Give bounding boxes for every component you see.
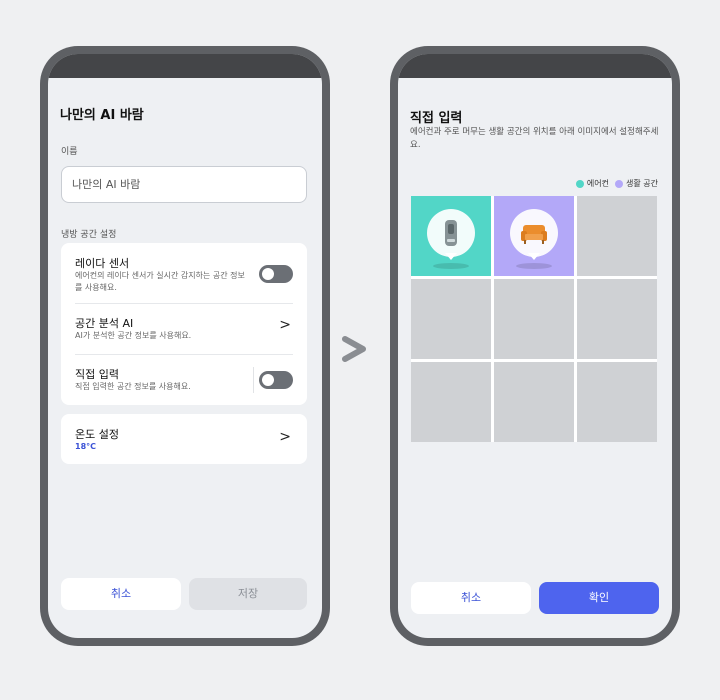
phone-frame-left: 나만의 AI 바람 이름 나만의 AI 바람 냉방 공간 설정 레이다 센서 에…	[40, 46, 330, 646]
setting-subtitle: 직접 입력한 공간 정보를 사용해요.	[75, 382, 191, 391]
pin-tail	[528, 253, 540, 260]
setting-title: 직접 입력	[75, 368, 119, 381]
manual-toggle[interactable]	[259, 371, 293, 389]
setting-row-space-ai[interactable]: 공간 분석 AI AI가 분석한 공간 정보를 사용해요. >	[61, 304, 307, 354]
cancel-button[interactable]: 취소	[61, 578, 181, 610]
chevron-right-icon: >	[279, 317, 291, 333]
temperature-value: 18°C	[75, 442, 97, 451]
pin-shadow	[433, 263, 469, 269]
pin-shadow	[516, 263, 552, 269]
legend-label-living: 생활 공간	[626, 179, 658, 188]
legend-dot-ac	[575, 179, 584, 188]
radar-toggle[interactable]	[259, 265, 293, 283]
separator	[253, 367, 254, 393]
name-label: 이름	[61, 147, 78, 157]
grid-cell[interactable]	[577, 362, 657, 442]
pin	[427, 209, 475, 257]
grid-cell[interactable]	[577, 196, 657, 276]
save-button[interactable]: 저장	[189, 578, 307, 610]
page-title: 나만의 AI 바람	[60, 108, 144, 123]
page-title: 직접 입력	[410, 111, 463, 126]
air-conditioner-icon	[445, 220, 457, 246]
grid-cell[interactable]	[494, 279, 574, 359]
space-settings-card: 레이다 센서 에어컨의 레이다 센서가 실시간 감지하는 공간 정보를 사용해요…	[61, 243, 307, 405]
grid-cell-air-conditioner[interactable]	[411, 196, 491, 276]
chevron-right-icon	[340, 330, 368, 370]
chevron-right-icon: >	[279, 429, 291, 445]
sofa-icon	[521, 225, 547, 244]
setting-title: 공간 분석 AI	[75, 317, 134, 330]
status-bar	[398, 54, 672, 78]
grid-cell[interactable]	[411, 279, 491, 359]
setting-subtitle: 에어컨의 레이다 센서가 실시간 감지하는 공간 정보를 사용해요.	[75, 271, 245, 292]
setting-title: 레이다 센서	[75, 257, 130, 270]
screen-ai-wind: 나만의 AI 바람 이름 나만의 AI 바람 냉방 공간 설정 레이다 센서 에…	[48, 54, 322, 638]
phone-frame-right: 직접 입력 에어컨과 주로 머무는 생활 공간의 위치를 아래 이미지에서 설정…	[390, 46, 680, 646]
legend-label-ac: 에어컨	[586, 179, 610, 188]
name-input[interactable]: 나만의 AI 바람	[61, 166, 307, 203]
confirm-button[interactable]: 확인	[539, 582, 659, 614]
grid-cell[interactable]	[411, 362, 491, 442]
legend: 에어컨 생활 공간	[570, 178, 658, 189]
pin-tail	[445, 253, 457, 260]
grid-cell-living-space[interactable]	[494, 196, 574, 276]
temperature-title: 온도 설정	[75, 428, 119, 441]
legend-dot-living	[615, 179, 624, 188]
setting-row-radar[interactable]: 레이다 센서 에어컨의 레이다 센서가 실시간 감지하는 공간 정보를 사용해요…	[61, 243, 307, 303]
grid-cell[interactable]	[494, 362, 574, 442]
screen-manual-input: 직접 입력 에어컨과 주로 머무는 생활 공간의 위치를 아래 이미지에서 설정…	[398, 54, 672, 638]
temperature-card[interactable]: 온도 설정 18°C >	[61, 414, 307, 464]
space-grid	[411, 196, 657, 442]
page-description: 에어컨과 주로 머무는 생활 공간의 위치를 아래 이미지에서 설정해주세요.	[410, 127, 659, 150]
space-section-label: 냉방 공간 설정	[61, 230, 117, 240]
setting-row-manual[interactable]: 직접 입력 직접 입력한 공간 정보를 사용해요.	[61, 355, 307, 405]
cancel-button[interactable]: 취소	[411, 582, 531, 614]
status-bar	[48, 54, 322, 78]
pin	[510, 209, 558, 257]
setting-subtitle: AI가 분석한 공간 정보를 사용해요.	[75, 331, 192, 340]
grid-cell[interactable]	[577, 279, 657, 359]
